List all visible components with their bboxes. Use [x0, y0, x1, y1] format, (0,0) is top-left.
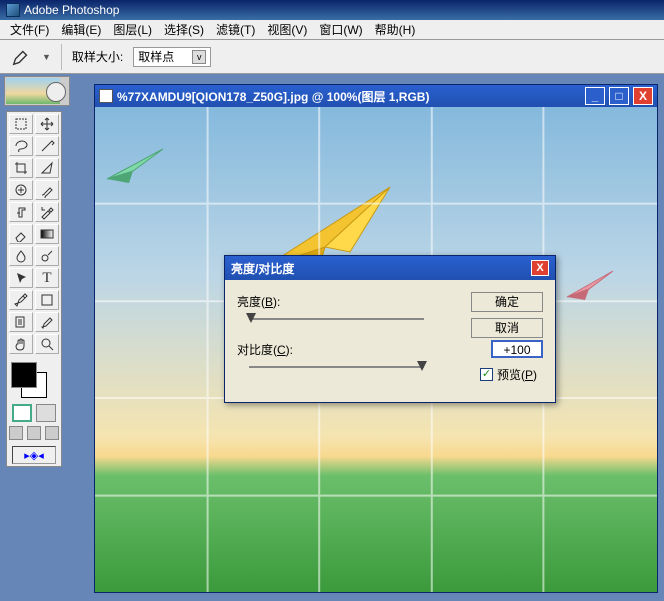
navigator-panel[interactable] [4, 76, 70, 106]
tool-gradient[interactable] [35, 224, 59, 244]
menu-filter[interactable]: 滤镜(T) [210, 19, 261, 40]
brightness-contrast-dialog: 亮度/对比度 X 亮度(B): -100 对比度(C): +100 确定 取消 … [224, 255, 556, 403]
sample-size-label: 取样大小: [72, 48, 123, 65]
dialog-titlebar[interactable]: 亮度/对比度 X [225, 256, 555, 280]
combo-arrow-icon[interactable]: v [192, 50, 206, 64]
dialog-close-button[interactable]: X [531, 260, 549, 276]
menu-select[interactable]: 选择(S) [158, 19, 210, 40]
ok-button[interactable]: 确定 [471, 292, 543, 312]
contrast-label: 对比度(C): [237, 341, 327, 358]
document-title: %77XAMDU9[QION178_Z50G].jpg @ 100%(图层 1,… [117, 88, 429, 105]
tool-path-select[interactable] [9, 268, 33, 288]
minimize-button[interactable]: _ [585, 87, 605, 105]
document-icon [99, 89, 113, 103]
document-titlebar[interactable]: %77XAMDU9[QION178_Z50G].jpg @ 100%(图层 1,… [95, 85, 657, 107]
screenmode-full-menu-icon[interactable] [27, 426, 41, 440]
brightness-label: 亮度(B): [237, 293, 327, 310]
menu-help[interactable]: 帮助(H) [369, 19, 422, 40]
menu-file[interactable]: 文件(F) [4, 19, 55, 40]
close-button[interactable]: X [633, 87, 653, 105]
tool-lasso[interactable] [9, 136, 33, 156]
app-title: Adobe Photoshop [24, 3, 119, 17]
preview-checkbox[interactable]: ✓ 预览(P) [480, 366, 537, 383]
tool-history-brush[interactable] [35, 202, 59, 222]
options-bar: ▼ 取样大小: 取样点 v [0, 40, 664, 74]
quickmask-mode-icon[interactable] [36, 404, 56, 422]
tool-zoom[interactable] [35, 334, 59, 354]
screenmode-full-icon[interactable] [45, 426, 59, 440]
tool-heal[interactable] [9, 180, 33, 200]
screen-mode-switch [9, 426, 59, 440]
screenmode-standard-icon[interactable] [9, 426, 23, 440]
tool-brush[interactable] [35, 180, 59, 200]
maximize-button[interactable]: □ [609, 87, 629, 105]
tool-shape[interactable] [35, 290, 59, 310]
sample-size-value: 取样点 [138, 48, 174, 65]
dialog-title: 亮度/对比度 [231, 260, 294, 277]
checkbox-icon: ✓ [480, 368, 493, 381]
tool-type[interactable]: T [35, 268, 59, 288]
tool-move[interactable] [35, 114, 59, 134]
toolbox: T ▸◈◂ [6, 111, 62, 467]
green-plane-graphic [105, 145, 165, 185]
tool-wand[interactable] [35, 136, 59, 156]
menubar: 文件(F) 编辑(E) 图层(L) 选择(S) 滤镜(T) 视图(V) 窗口(W… [0, 20, 664, 40]
current-tool-icon[interactable] [10, 46, 32, 68]
red-plane-graphic [565, 267, 615, 302]
color-swatches[interactable] [9, 360, 57, 400]
contrast-slider[interactable] [249, 362, 424, 374]
app-titlebar: Adobe Photoshop [0, 0, 664, 20]
tool-hand[interactable] [9, 334, 33, 354]
separator [61, 44, 62, 70]
mask-mode-switch [9, 404, 59, 422]
tool-eyedropper[interactable] [35, 312, 59, 332]
cancel-button[interactable]: 取消 [471, 318, 543, 338]
foreground-color-swatch[interactable] [11, 362, 37, 388]
tool-blur[interactable] [9, 246, 33, 266]
menu-view[interactable]: 视图(V) [261, 19, 313, 40]
tool-marquee[interactable] [9, 114, 33, 134]
tool-slice[interactable] [35, 158, 59, 178]
menu-window[interactable]: 窗口(W) [313, 19, 368, 40]
tool-eraser[interactable] [9, 224, 33, 244]
menu-layer[interactable]: 图层(L) [107, 19, 158, 40]
standard-mode-icon[interactable] [12, 404, 32, 422]
navigator-thumb [6, 78, 60, 104]
contrast-input[interactable]: +100 [491, 340, 543, 358]
sample-size-combo[interactable]: 取样点 v [133, 47, 211, 67]
tool-crop[interactable] [9, 158, 33, 178]
tool-notes[interactable] [9, 312, 33, 332]
tool-pen[interactable] [9, 290, 33, 310]
brightness-slider[interactable] [249, 314, 424, 326]
menu-edit[interactable]: 编辑(E) [55, 19, 107, 40]
tool-dodge[interactable] [35, 246, 59, 266]
app-icon [6, 3, 20, 17]
jump-to[interactable]: ▸◈◂ [9, 446, 59, 464]
dialog-body: 亮度(B): -100 对比度(C): +100 确定 取消 ✓ 预览(P) [225, 280, 555, 402]
tool-clone[interactable] [9, 202, 33, 222]
preview-label: 预览(P) [497, 366, 537, 383]
